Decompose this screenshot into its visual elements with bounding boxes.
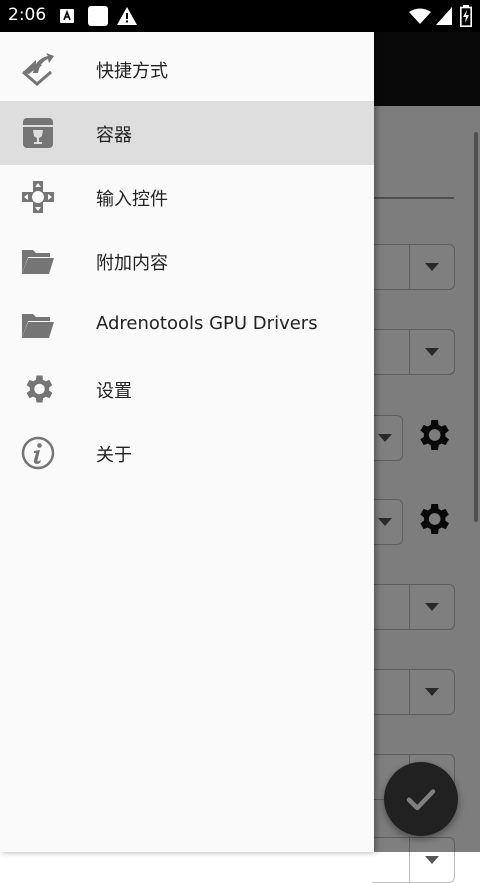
drawer-item-label: 快捷方式	[96, 61, 168, 82]
drawer-item-label: 输入控件	[96, 189, 168, 210]
drawer-item-label: 容器	[96, 125, 132, 146]
navigation-drawer: 快捷方式 容器 输入控件 附加内容 Adrenotools GPU Driver…	[0, 32, 374, 852]
shortcut-icon	[22, 53, 54, 86]
drawer-item-adrenotools-gpu-drivers[interactable]: Adrenotools GPU Drivers	[0, 293, 374, 357]
square-notification-icon	[88, 6, 108, 26]
drawer-item-label: 设置	[96, 381, 132, 402]
drawer-item-containers[interactable]: 容器	[0, 101, 374, 165]
drawer-item-input-controls[interactable]: 输入控件	[0, 165, 374, 229]
container-icon	[23, 118, 53, 148]
a-notification-icon	[60, 9, 74, 23]
drawer-item-about[interactable]: 关于	[0, 421, 374, 485]
warning-icon	[117, 7, 137, 25]
drawer-item-label: 附加内容	[96, 253, 168, 274]
battery-charging-icon	[460, 5, 472, 27]
status-time: 2:06	[8, 5, 47, 25]
drawer-item-settings[interactable]: 设置	[0, 357, 374, 421]
folder-icon	[22, 250, 54, 274]
drawer-item-label: 关于	[96, 445, 132, 466]
signal-icon	[436, 7, 452, 25]
status-bar: 2:06	[0, 0, 480, 32]
info-icon	[21, 436, 55, 470]
gear-icon	[26, 375, 53, 403]
wifi-icon	[409, 8, 431, 24]
drawer-item-extras[interactable]: 附加内容	[0, 229, 374, 293]
folder-icon	[22, 314, 54, 338]
gamepad-icon	[22, 181, 54, 213]
drawer-item-shortcuts[interactable]: 快捷方式	[0, 37, 374, 101]
drawer-item-label: Adrenotools GPU Drivers	[96, 313, 318, 334]
